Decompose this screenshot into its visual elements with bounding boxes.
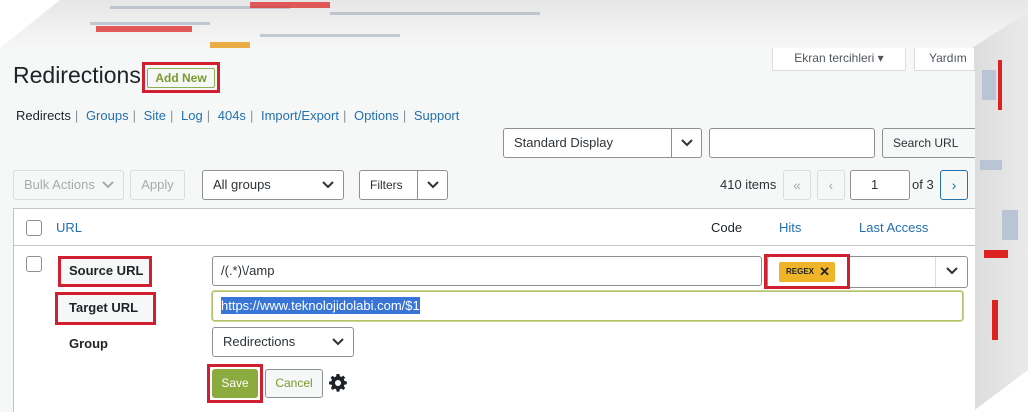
chevron-down-icon	[935, 257, 967, 287]
group-label: Group	[69, 336, 108, 351]
screen-options-button[interactable]: Ekran tercihleri ▾	[772, 48, 906, 71]
chevron-down-icon	[671, 129, 701, 157]
group-select[interactable]: Redirections	[212, 327, 354, 357]
admin-page: Ekran tercihleri ▾ Yardım Redirections A…	[0, 48, 975, 412]
target-url-value: https://www.teknolojidolabi.com/$1	[221, 297, 420, 314]
subnav-log[interactable]: Log	[181, 108, 203, 123]
bulk-actions-select[interactable]: Bulk Actions	[13, 170, 124, 200]
bulk-actions-value: Bulk Actions	[24, 177, 95, 192]
target-url-input[interactable]: https://www.teknolojidolabi.com/$1	[212, 291, 963, 321]
select-all-checkbox[interactable]	[26, 220, 42, 236]
column-url[interactable]: URL	[56, 220, 82, 235]
chevron-down-icon	[323, 328, 353, 356]
first-page-button[interactable]: «	[783, 170, 811, 200]
background-top-face	[0, 0, 1028, 48]
source-url-label: Source URL	[69, 263, 144, 278]
groups-select[interactable]: All groups	[202, 170, 344, 200]
subnav: Redirects | Groups | Site | Log | 404s | Impo…	[16, 108, 460, 123]
prev-page-button[interactable]: ‹	[817, 170, 845, 200]
column-code: Code	[711, 220, 743, 235]
column-hits[interactable]: Hits	[779, 220, 801, 235]
regex-badge[interactable]: REGEX ✕	[779, 262, 835, 282]
chevron-down-icon	[93, 171, 123, 199]
table-header: URL Code Hits Last Access	[14, 209, 975, 246]
source-url-input[interactable]: /(.*)\/amp	[212, 256, 762, 286]
filters-button[interactable]: Filters	[359, 170, 448, 200]
search-input[interactable]	[709, 128, 875, 158]
subnav-redirects[interactable]: Redirects	[16, 108, 71, 123]
gear-icon[interactable]	[328, 373, 348, 393]
total-pages-label: of 3	[912, 177, 934, 192]
subnav-site[interactable]: Site	[144, 108, 166, 123]
help-button[interactable]: Yardım	[914, 48, 975, 71]
target-url-label: Target URL	[69, 300, 139, 315]
background-right-face	[972, 12, 1028, 412]
chevron-down-icon	[313, 171, 343, 199]
chevron-down-icon	[417, 171, 447, 199]
next-page-button[interactable]: ›	[940, 170, 968, 200]
groups-select-value: All groups	[213, 177, 271, 192]
subnav-options[interactable]: Options	[354, 108, 399, 123]
subnav-import-export[interactable]: Import/Export	[261, 108, 339, 123]
close-icon[interactable]: ✕	[819, 262, 830, 282]
cancel-button[interactable]: Cancel	[265, 369, 323, 398]
subnav-groups[interactable]: Groups	[86, 108, 129, 123]
search-url-button[interactable]: Search URL	[882, 128, 975, 158]
row-checkbox[interactable]	[26, 256, 42, 272]
display-select-value: Standard Display	[514, 135, 613, 150]
filters-label: Filters	[370, 178, 403, 192]
column-last-access[interactable]: Last Access	[859, 220, 928, 235]
help-label: Yardım	[929, 51, 967, 65]
add-new-button[interactable]: Add New	[147, 68, 215, 88]
save-button[interactable]: Save	[212, 369, 258, 398]
group-select-value: Redirections	[223, 334, 296, 349]
screen-options-label: Ekran tercihleri	[794, 51, 875, 65]
page-title: Redirections	[13, 62, 141, 88]
display-select[interactable]: Standard Display	[503, 128, 702, 158]
subnav-404s[interactable]: 404s	[218, 108, 246, 123]
current-page-input[interactable]: 1	[850, 170, 910, 200]
regex-badge-label: REGEX	[786, 267, 815, 276]
apply-button[interactable]: Apply	[130, 170, 185, 200]
subnav-support[interactable]: Support	[414, 108, 460, 123]
item-count: 410 items	[720, 177, 777, 192]
